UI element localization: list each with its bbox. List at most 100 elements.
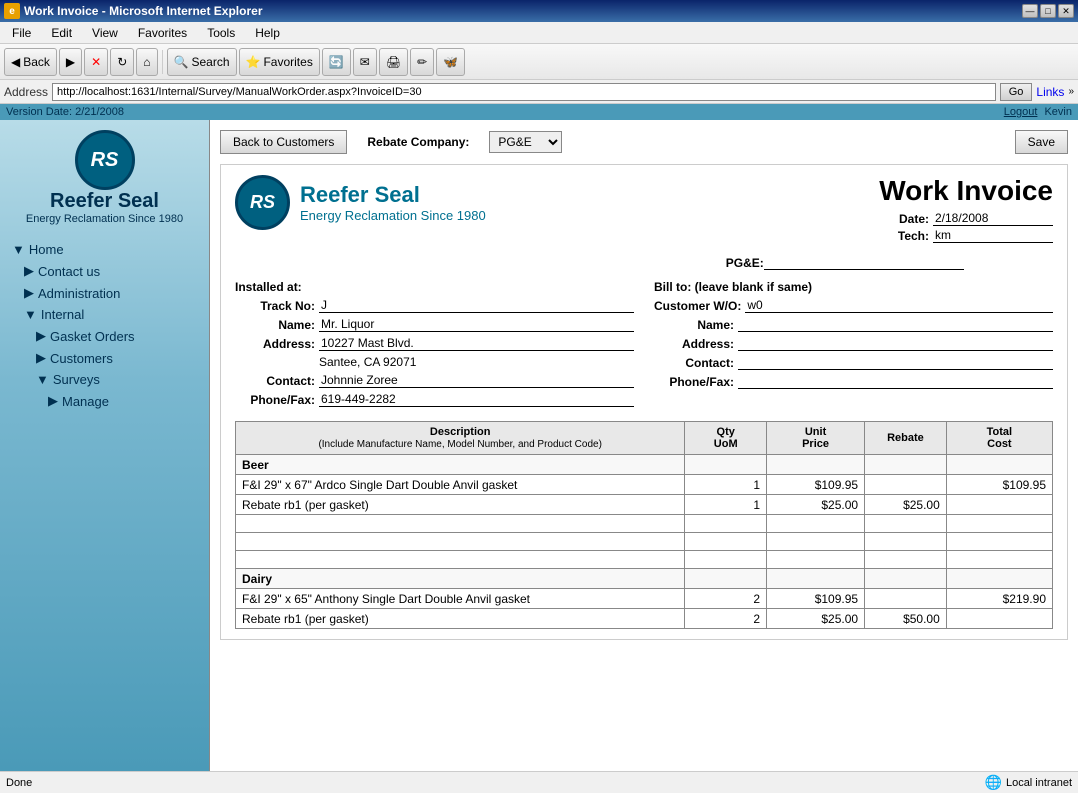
sidebar-item-customers[interactable]: ▶ Customers bbox=[0, 347, 209, 369]
msn-icon: 🦋 bbox=[443, 55, 458, 69]
back-button[interactable]: ◀ Back bbox=[4, 48, 57, 76]
track-label: Track No: bbox=[235, 299, 315, 313]
forward-icon: ▶ bbox=[66, 55, 75, 69]
close-btn[interactable]: ✕ bbox=[1058, 4, 1074, 18]
search-label: Search bbox=[191, 55, 229, 69]
version-bar: Version Date: 2/21/2008 Logout Kevin bbox=[0, 104, 1078, 120]
qty-header: QtyUoM bbox=[685, 422, 767, 455]
track-input[interactable] bbox=[319, 298, 634, 313]
bill-name-row: Name: bbox=[654, 317, 1053, 332]
sidebar-brand: Reefer Seal bbox=[10, 190, 199, 213]
nav-triangle: ▼ bbox=[24, 307, 37, 322]
menu-view[interactable]: View bbox=[84, 24, 126, 42]
pge-input[interactable] bbox=[764, 255, 964, 270]
save-button[interactable]: Save bbox=[1015, 130, 1068, 154]
bill-contact-input[interactable] bbox=[738, 355, 1053, 370]
nav-triangle: ▶ bbox=[48, 393, 58, 409]
menu-favorites[interactable]: Favorites bbox=[130, 24, 195, 42]
toolbar: ◀ Back ▶ ✕ ↻ ⌂ 🔍 Search ⭐ Favorites 🔄 ✉ … bbox=[0, 44, 1078, 80]
sidebar-item-label: Surveys bbox=[53, 372, 100, 387]
expand-icon: » bbox=[1068, 86, 1074, 97]
menu-tools[interactable]: Tools bbox=[199, 24, 243, 42]
bill-name-input[interactable] bbox=[738, 317, 1053, 332]
bill-phone-input[interactable] bbox=[738, 374, 1053, 389]
menu-edit[interactable]: Edit bbox=[43, 24, 80, 42]
home-button[interactable]: ⌂ bbox=[136, 48, 157, 76]
tech-label: Tech: bbox=[898, 229, 929, 243]
address-input[interactable] bbox=[52, 83, 996, 101]
inst-phone-input[interactable] bbox=[319, 392, 634, 407]
favorites-button[interactable]: ⭐ Favorites bbox=[239, 48, 320, 76]
installed-address-line2: Santee, CA 92071 bbox=[235, 355, 634, 369]
menu-help[interactable]: Help bbox=[247, 24, 288, 42]
links-button[interactable]: Links bbox=[1036, 85, 1064, 99]
sidebar-item-home[interactable]: ▼ Home bbox=[0, 239, 209, 260]
cust-wo-label: Customer W/O: bbox=[654, 299, 741, 313]
media-button[interactable]: 🔄 bbox=[322, 48, 351, 76]
date-input[interactable] bbox=[933, 211, 1053, 226]
sidebar-item-manage[interactable]: ▶ Manage bbox=[0, 390, 209, 412]
invoice-title-area: Work Invoice Date: Tech: bbox=[879, 175, 1053, 245]
invoice-meta: Date: Tech: bbox=[879, 211, 1053, 243]
invoice: RS Reefer Seal Energy Reclamation Since … bbox=[220, 164, 1068, 640]
desc-header: Description (Include Manufacture Name, M… bbox=[236, 422, 685, 455]
back-label: Back bbox=[23, 55, 50, 69]
cust-wo-input[interactable] bbox=[745, 298, 1053, 313]
maximize-btn[interactable]: □ bbox=[1040, 4, 1056, 18]
print-button[interactable]: 🖨 bbox=[379, 48, 408, 76]
content-area: Back to Customers Rebate Company: PG&E S… bbox=[210, 120, 1078, 771]
search-button[interactable]: 🔍 Search bbox=[167, 48, 237, 76]
msn-button[interactable]: 🦋 bbox=[436, 48, 465, 76]
sidebar-item-label: Home bbox=[29, 242, 64, 257]
sidebar-item-label: Manage bbox=[62, 394, 109, 409]
bill-addr-input[interactable] bbox=[738, 336, 1053, 351]
refresh-button[interactable]: ↻ bbox=[110, 48, 134, 76]
installed-phone-row: Phone/Fax: bbox=[235, 392, 634, 407]
menu-file[interactable]: File bbox=[4, 24, 39, 42]
rebate-label: Rebate Company: bbox=[367, 135, 469, 149]
sidebar-item-administration[interactable]: ▶ Administration bbox=[0, 282, 209, 304]
installed-at-header: Installed at: bbox=[235, 280, 634, 294]
sidebar-logo-circle: RS bbox=[75, 130, 135, 190]
nav-triangle: ▼ bbox=[12, 242, 25, 257]
dairy-section-header: Dairy bbox=[236, 569, 1053, 589]
inst-contact-input[interactable] bbox=[319, 373, 634, 388]
sidebar-tagline: Energy Reclamation Since 1980 bbox=[10, 213, 199, 225]
tech-input[interactable] bbox=[933, 228, 1053, 243]
bill-phone-label: Phone/Fax: bbox=[654, 375, 734, 389]
inst-addr-label: Address: bbox=[235, 337, 315, 351]
edit-button[interactable]: ✏ bbox=[410, 48, 434, 76]
sidebar-item-label: Administration bbox=[38, 286, 120, 301]
installed-at-section: Installed at: Track No: Name: Address: S… bbox=[235, 280, 634, 411]
mail-button[interactable]: ✉ bbox=[353, 48, 377, 76]
sidebar-item-contact[interactable]: ▶ Contact us bbox=[0, 260, 209, 282]
table-row: F&I 29" x 65" Anthony Single Dart Double… bbox=[236, 589, 1053, 609]
invoice-tagline: Energy Reclamation Since 1980 bbox=[300, 208, 486, 223]
invoice-title: Work Invoice bbox=[879, 175, 1053, 207]
sidebar-item-label: Internal bbox=[41, 307, 84, 322]
nav-triangle: ▶ bbox=[24, 285, 34, 301]
sidebar-nav: ▼ Home ▶ Contact us ▶ Administration ▼ I… bbox=[0, 235, 209, 416]
stop-button[interactable]: ✕ bbox=[84, 48, 108, 76]
print-icon: 🖨 bbox=[386, 55, 401, 69]
home-icon: ⌂ bbox=[143, 55, 150, 69]
go-button[interactable]: Go bbox=[1000, 83, 1033, 101]
zone-text: Local intranet bbox=[1006, 777, 1072, 789]
sidebar-item-surveys[interactable]: ▼ Surveys bbox=[0, 369, 209, 390]
back-to-customers-button[interactable]: Back to Customers bbox=[220, 130, 347, 154]
forward-button[interactable]: ▶ bbox=[59, 48, 82, 76]
bill-name-label: Name: bbox=[654, 318, 734, 332]
logout-link[interactable]: Logout bbox=[1004, 106, 1038, 118]
version-text: Version Date: 2/21/2008 bbox=[6, 106, 124, 118]
status-text: Done bbox=[6, 777, 32, 789]
minimize-btn[interactable]: — bbox=[1022, 4, 1038, 18]
nav-triangle: ▶ bbox=[36, 328, 46, 344]
inst-name-input[interactable] bbox=[319, 317, 634, 332]
sidebar-item-internal[interactable]: ▼ Internal bbox=[0, 304, 209, 325]
inst-addr-input[interactable] bbox=[319, 336, 634, 351]
invoice-brand: Reefer Seal bbox=[300, 182, 486, 208]
rebate-company-select[interactable]: PG&E SDG&E SCE bbox=[489, 131, 562, 153]
sidebar-item-gasket-orders[interactable]: ▶ Gasket Orders bbox=[0, 325, 209, 347]
bill-contact-row: Contact: bbox=[654, 355, 1053, 370]
invoice-header: RS Reefer Seal Energy Reclamation Since … bbox=[235, 175, 1053, 245]
